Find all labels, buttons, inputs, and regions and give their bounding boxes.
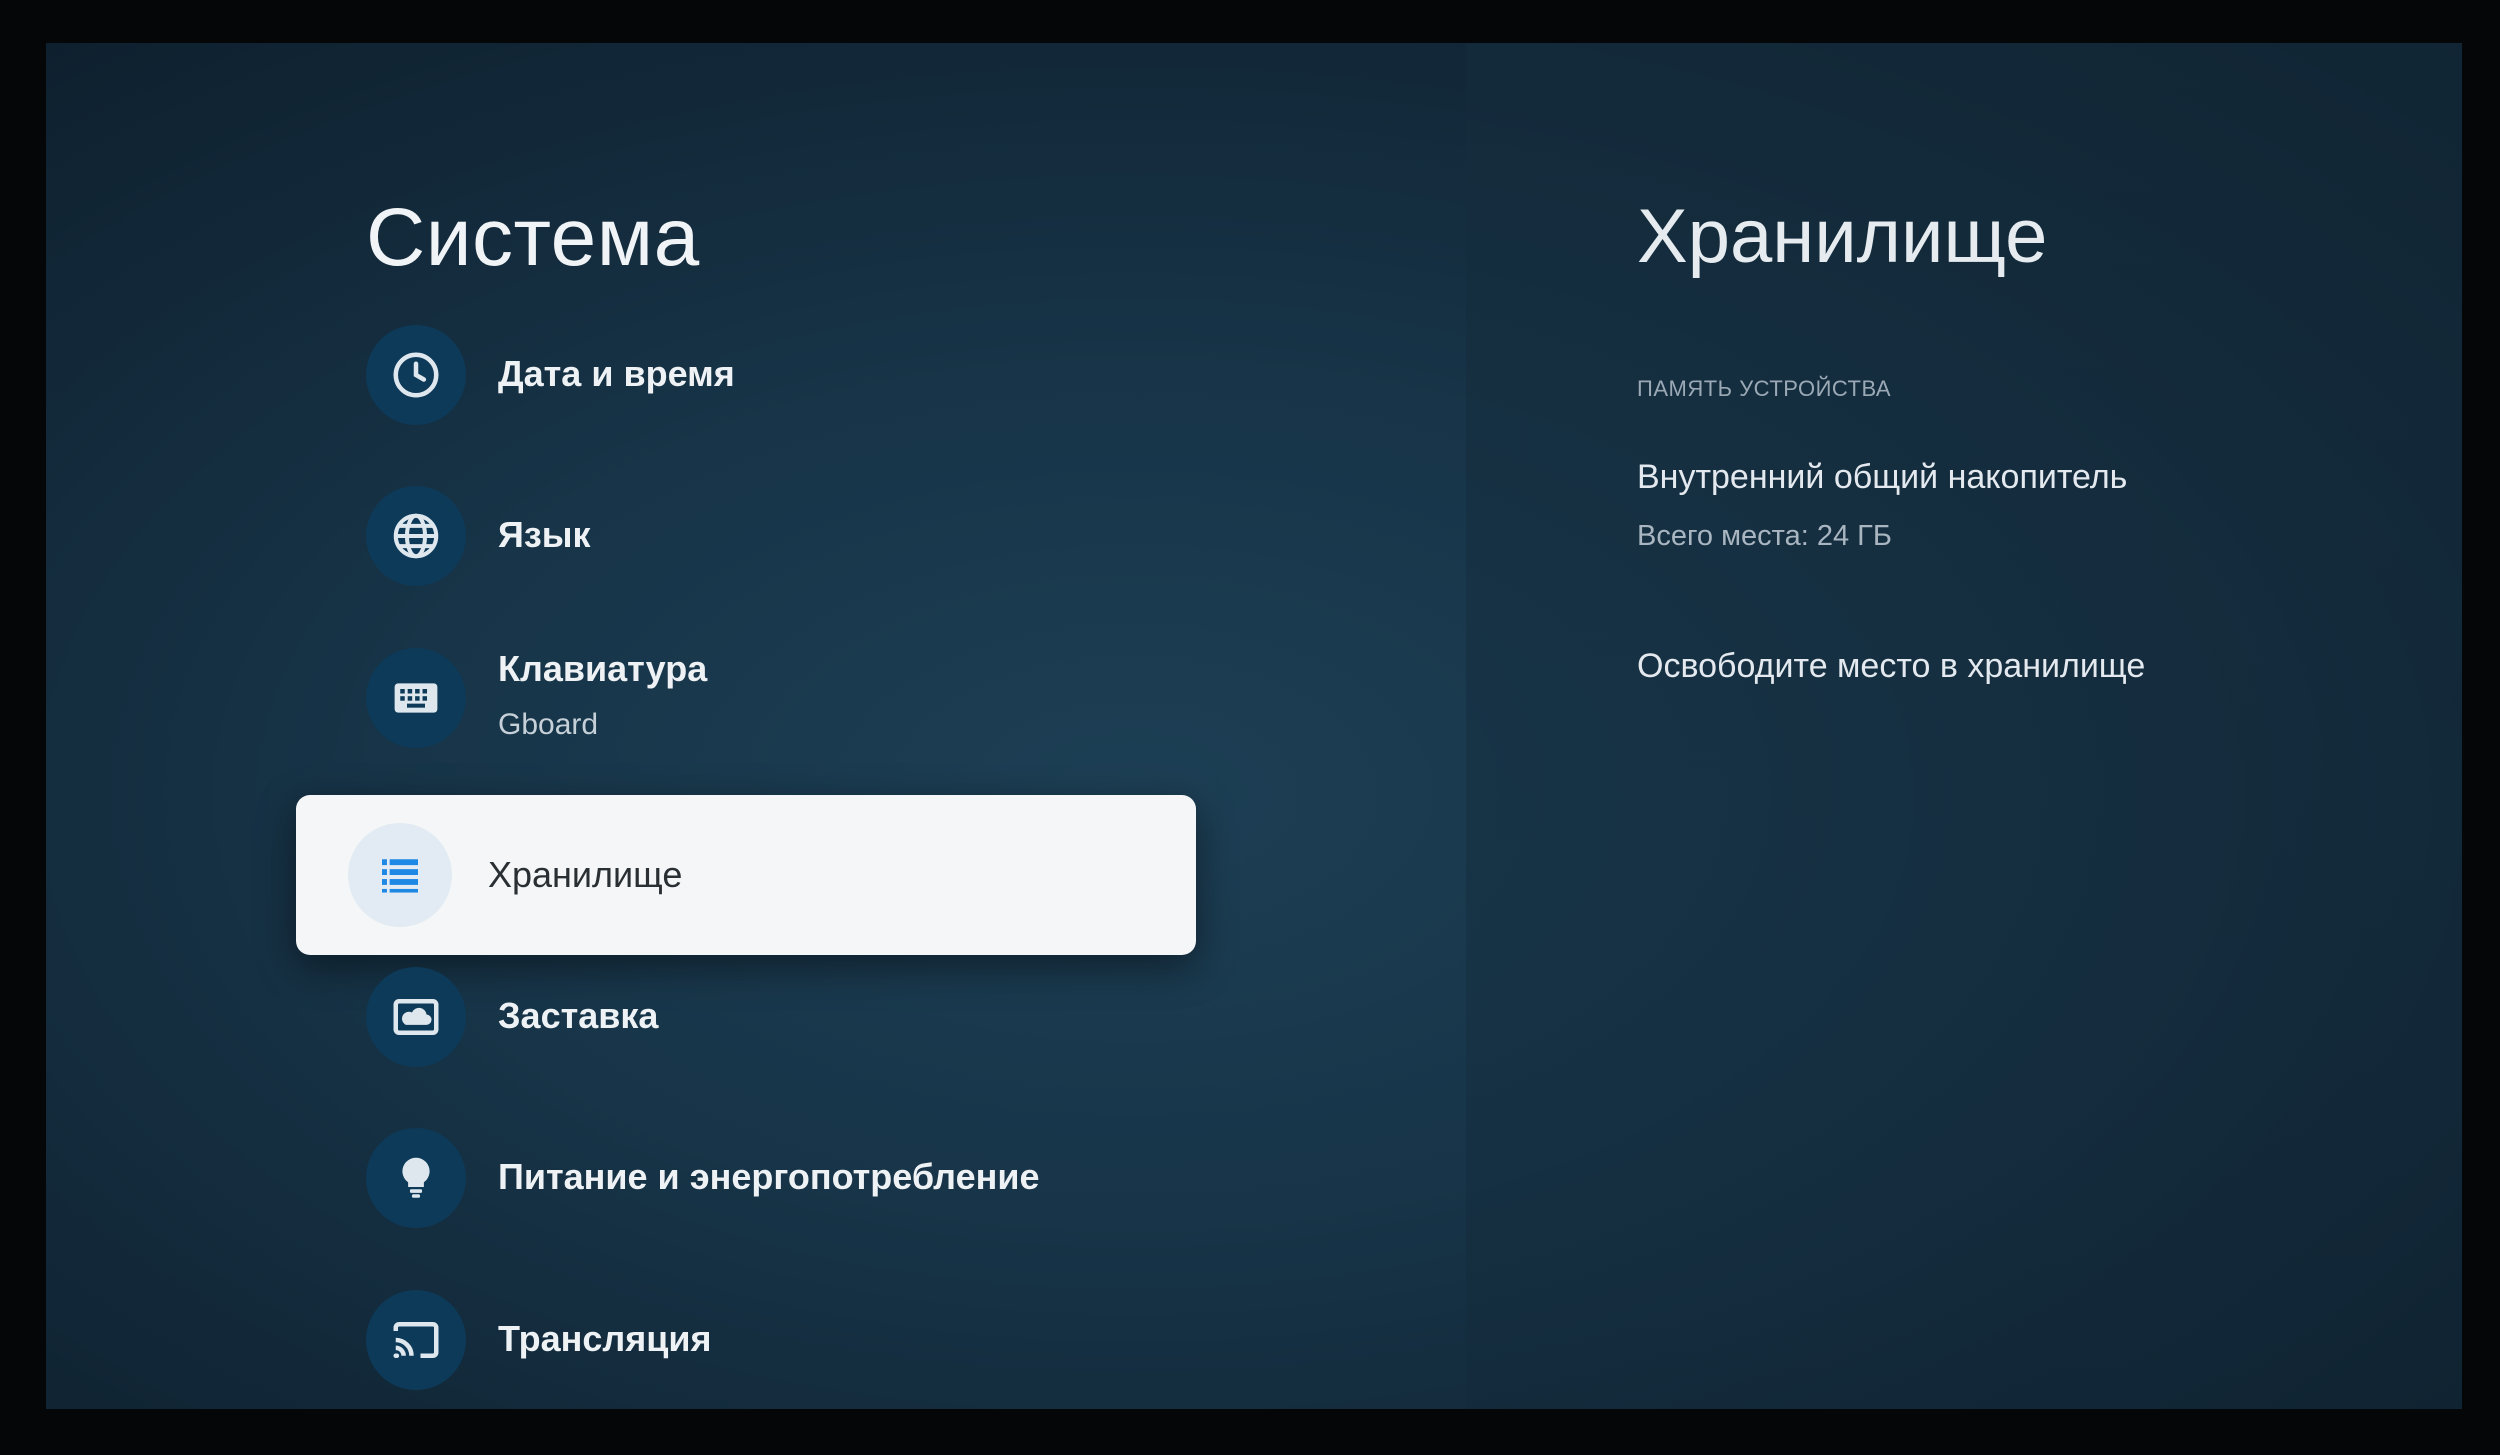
clock-icon <box>366 325 466 425</box>
menu-item-label: Дата и время <box>498 353 735 394</box>
menu-item-sublabel: Gboard <box>498 708 599 741</box>
storage-list-icon <box>348 823 452 927</box>
screensaver-icon <box>366 967 466 1067</box>
details-title: Хранилище <box>1637 194 2048 279</box>
free-up-space-button[interactable]: Освободите место в хранилище <box>1637 647 2145 686</box>
menu-item-label: Хранилище <box>488 854 683 895</box>
tv-screen: Система Дата и время Язык Клавиатура Gbo… <box>46 43 2462 1409</box>
internal-storage-item[interactable]: Внутренний общий накопитель <box>1637 458 2127 497</box>
cast-icon <box>366 1290 466 1390</box>
menu-item-label: Трансляция <box>498 1318 712 1359</box>
menu-item-storage-selected[interactable]: Хранилище <box>296 795 1196 955</box>
menu-item-language[interactable]: Язык <box>366 481 1266 591</box>
menu-item-date-time[interactable]: Дата и время <box>366 320 1266 430</box>
section-header: ПАМЯТЬ УСТРОЙСТВА <box>1637 376 1892 401</box>
keyboard-icon <box>366 648 466 748</box>
page-title: Система <box>366 192 700 283</box>
menu-item-power[interactable]: Питание и энергопотребление <box>366 1123 1266 1233</box>
menu-item-label: Клавиатура <box>498 648 708 689</box>
globe-icon <box>366 486 466 586</box>
menu-item-label: Язык <box>498 514 591 555</box>
lightbulb-icon <box>366 1128 466 1228</box>
menu-item-screensaver[interactable]: Заставка <box>366 962 1266 1072</box>
menu-item-label: Заставка <box>498 995 659 1036</box>
menu-item-label: Питание и энергопотребление <box>498 1156 1040 1197</box>
menu-item-cast[interactable]: Трансляция <box>366 1285 1266 1395</box>
menu-item-keyboard[interactable]: Клавиатура Gboard <box>366 643 1266 753</box>
storage-total-value: Всего места: 24 ГБ <box>1637 520 1892 552</box>
